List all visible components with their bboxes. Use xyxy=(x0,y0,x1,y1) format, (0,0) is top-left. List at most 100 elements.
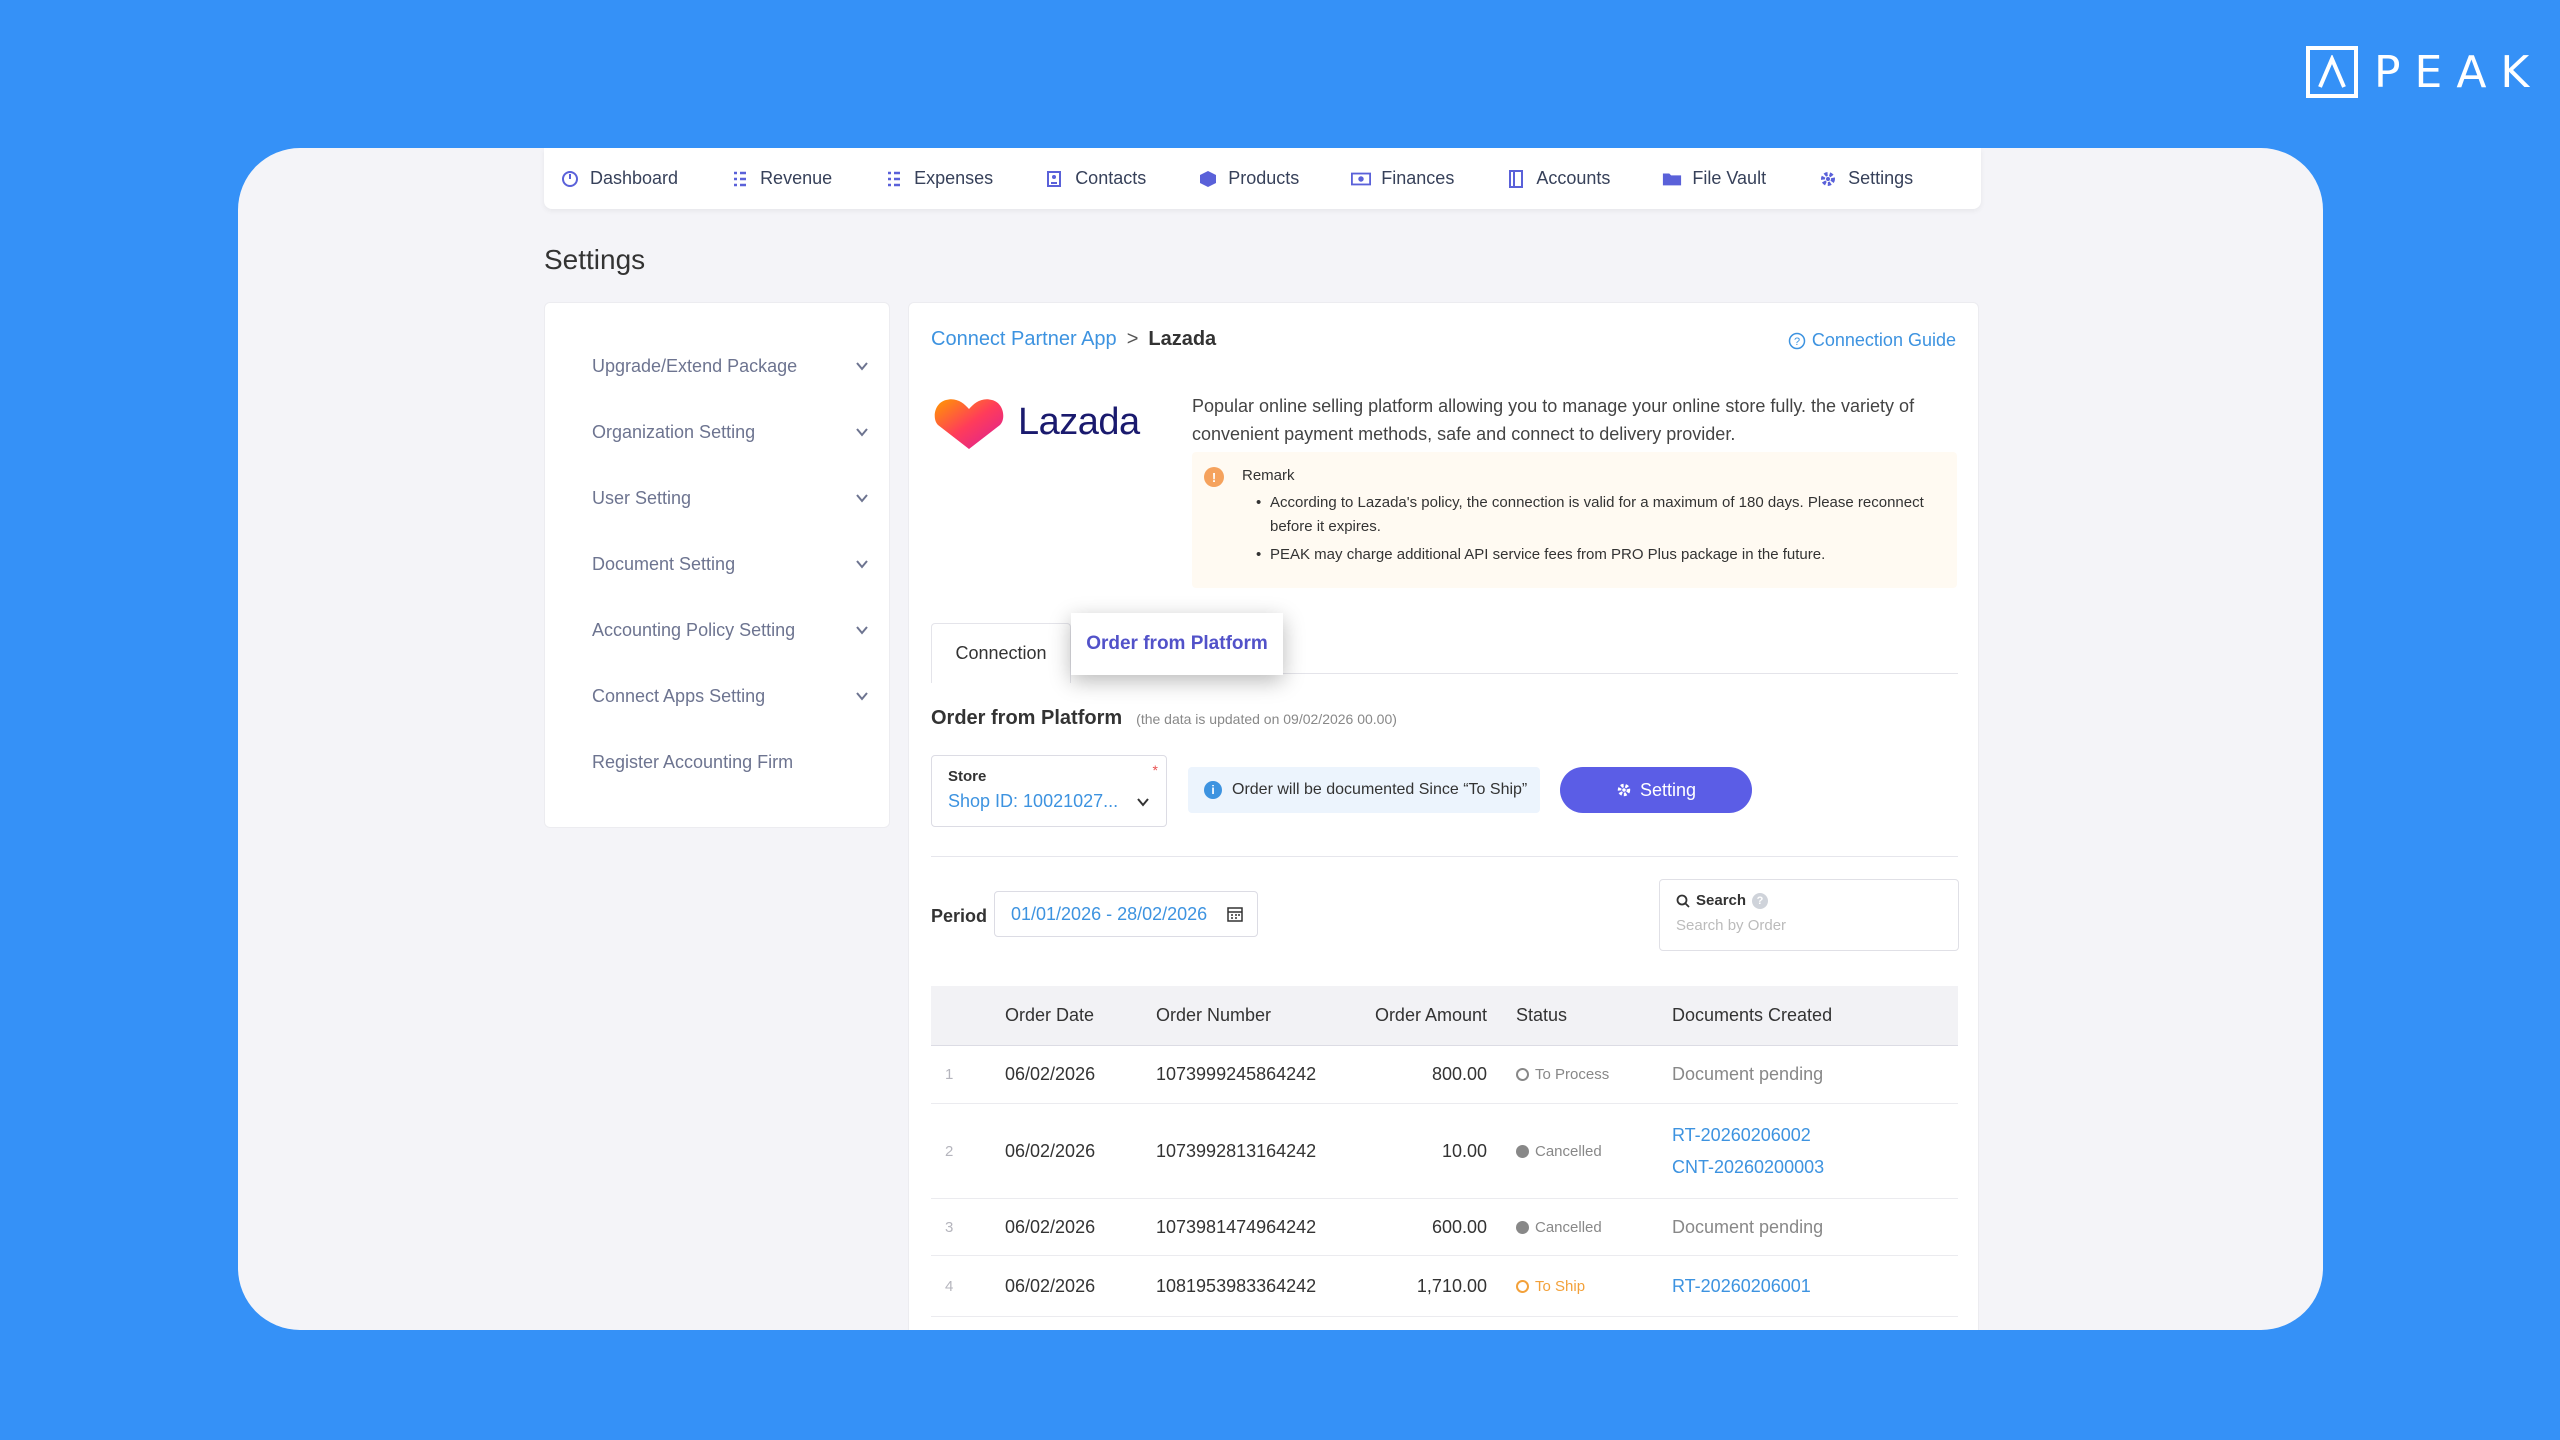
breadcrumb: Connect Partner App > Lazada xyxy=(931,328,1216,351)
chevron-down-icon xyxy=(856,362,868,371)
tab-bar: Connection Order from Platform xyxy=(931,613,1958,683)
nav-finances[interactable]: Finances xyxy=(1351,168,1454,189)
status-text: Cancelled xyxy=(1535,1218,1602,1236)
sidebar-item-label: Upgrade/Extend Package xyxy=(592,355,798,376)
sidebar-item-label: Organization Setting xyxy=(592,421,756,442)
table-row[interactable]: 4 06/02/2026 1081953983364242 1,710.00 T… xyxy=(931,1256,1958,1317)
orders-table: Order Date Order Number Order Amount Sta… xyxy=(931,986,1958,1317)
row-number: 1 xyxy=(945,1066,954,1083)
sidebar-item-organization-setting[interactable]: Organization Setting xyxy=(545,399,889,465)
document-pending: Document pending xyxy=(1672,1064,1824,1084)
app-window: Dashboard Revenue Expenses Contacts Prod… xyxy=(238,148,2323,1330)
nav-label: Dashboard xyxy=(590,168,679,188)
remark-title: Remark xyxy=(1242,467,1295,484)
chevron-down-icon xyxy=(856,626,868,635)
document-link[interactable]: CNT-20260200003 xyxy=(1672,1151,1958,1183)
table-row[interactable]: 1 06/02/2026 1073999245864242 800.00 To … xyxy=(931,1046,1958,1104)
top-nav: Dashboard Revenue Expenses Contacts Prod… xyxy=(544,148,1981,209)
breadcrumb-separator: > xyxy=(1126,328,1139,350)
partner-description: Popular online selling platform allowing… xyxy=(1192,396,1915,444)
nav-accounts[interactable]: Accounts xyxy=(1506,168,1610,189)
nav-revenue[interactable]: Revenue xyxy=(730,168,832,189)
lazada-logo-text: Lazada xyxy=(1018,400,1140,443)
tab-order-from-platform[interactable]: Order from Platform xyxy=(1071,613,1283,675)
status-text: To Process xyxy=(1535,1066,1610,1083)
nav-label: Expenses xyxy=(914,168,994,188)
help-icon: ? xyxy=(1752,892,1769,909)
order-number: 1073999245864242 xyxy=(1156,1064,1317,1084)
table-row[interactable]: 3 06/02/2026 1073981474964242 600.00 Can… xyxy=(931,1199,1958,1256)
nav-products[interactable]: Products xyxy=(1198,168,1299,189)
nav-label: Accounts xyxy=(1536,168,1611,188)
store-select[interactable]: Store * Shop ID: 10021027... xyxy=(931,755,1167,827)
info-icon: i xyxy=(1204,781,1222,799)
nav-expenses[interactable]: Expenses xyxy=(884,168,993,189)
document-link[interactable]: RT-20260206002 xyxy=(1672,1119,1958,1151)
order-number: 1081953983364242 xyxy=(1156,1275,1317,1296)
document-link[interactable]: RT-20260206001 xyxy=(1672,1270,1958,1302)
divider xyxy=(931,856,1958,857)
store-value: Shop ID: 10021027... xyxy=(948,791,1119,811)
info-note-text: Order will be documented Since “To Ship” xyxy=(1232,781,1528,798)
sidebar-item-label: Accounting Policy Setting xyxy=(592,619,796,640)
sidebar-item-accounting-policy[interactable]: Accounting Policy Setting xyxy=(545,597,889,663)
chevron-down-icon xyxy=(856,494,868,503)
status-text: Cancelled xyxy=(1535,1142,1602,1160)
period-date-range-input[interactable]: 01/01/2026 - 28/02/2026 xyxy=(994,891,1258,937)
setting-button[interactable]: Setting xyxy=(1560,767,1752,813)
calendar-icon xyxy=(1227,907,1243,922)
search-placeholder: Search by Order xyxy=(1676,917,1787,934)
status-dot xyxy=(1516,1279,1529,1293)
sidebar-item-register-accounting-firm[interactable]: Register Accounting Firm xyxy=(545,729,889,795)
sidebar-item-document-setting[interactable]: Document Setting xyxy=(545,531,889,597)
svg-text:?: ? xyxy=(1794,336,1800,348)
order-number: 1073981474964242 xyxy=(1156,1216,1317,1237)
status-text: To Ship xyxy=(1535,1277,1586,1295)
chevron-down-icon xyxy=(856,428,868,437)
table-header: Order Date Order Number Order Amount Sta… xyxy=(931,986,1958,1046)
nav-file-vault[interactable]: File Vault xyxy=(1662,168,1766,189)
dashboard-icon xyxy=(560,169,580,189)
document-pending: Document pending xyxy=(1672,1216,1824,1237)
nav-label: Settings xyxy=(1848,168,1914,188)
expenses-icon xyxy=(884,169,904,189)
nav-label: Products xyxy=(1228,168,1300,188)
chevron-down-icon xyxy=(1137,797,1149,807)
sidebar-item-upgrade-package[interactable]: Upgrade/Extend Package xyxy=(545,333,889,399)
breadcrumb-link-connect-partner-app[interactable]: Connect Partner App xyxy=(931,328,1117,351)
help-circle-icon: ? xyxy=(1788,332,1806,349)
nav-settings[interactable]: Settings xyxy=(1818,168,1913,189)
connection-guide-link[interactable]: ? Connection Guide xyxy=(1788,330,1956,351)
col-order-amount: Order Amount xyxy=(1374,1005,1487,1025)
period-label: Period xyxy=(931,906,988,926)
row-number: 4 xyxy=(945,1277,954,1295)
order-date: 06/02/2026 xyxy=(1005,1216,1096,1237)
sidebar-item-label: User Setting xyxy=(592,487,692,508)
nav-dashboard[interactable]: Dashboard xyxy=(560,168,678,189)
nav-label: Finances xyxy=(1381,168,1455,188)
col-documents-created: Documents Created xyxy=(1672,1005,1833,1025)
accounts-icon xyxy=(1506,169,1526,189)
nav-contacts[interactable]: Contacts xyxy=(1045,168,1146,189)
table-row[interactable]: 2 06/02/2026 1073992813164242 10.00 Canc… xyxy=(931,1104,1958,1199)
search-label: Search xyxy=(1696,892,1747,909)
status-badge: To Process xyxy=(1516,1066,1672,1083)
sidebar-item-label: Register Accounting Firm xyxy=(592,751,794,772)
order-amount: 1,710.00 xyxy=(1416,1275,1487,1296)
status-dot xyxy=(1516,1144,1529,1158)
lazada-heart-icon xyxy=(934,399,1004,449)
status-dot xyxy=(1516,1220,1529,1234)
tab-connection[interactable]: Connection xyxy=(931,623,1071,683)
required-mark: * xyxy=(1152,762,1158,778)
store-label: Store xyxy=(948,768,987,785)
info-note: i Order will be documented Since “To Shi… xyxy=(1188,767,1540,813)
sidebar-item-user-setting[interactable]: User Setting xyxy=(545,465,889,531)
section-title: Order from Platform xyxy=(931,707,1123,729)
col-order-number: Order Number xyxy=(1156,1005,1272,1025)
setting-button-label: Setting xyxy=(1639,779,1697,800)
order-amount: 600.00 xyxy=(1431,1216,1487,1237)
order-date: 06/02/2026 xyxy=(1005,1140,1096,1161)
search-box[interactable]: Search ? Search by Order xyxy=(1659,879,1959,951)
sidebar-item-connect-apps[interactable]: Connect Apps Setting xyxy=(545,663,889,729)
gear-icon xyxy=(1617,783,1631,797)
